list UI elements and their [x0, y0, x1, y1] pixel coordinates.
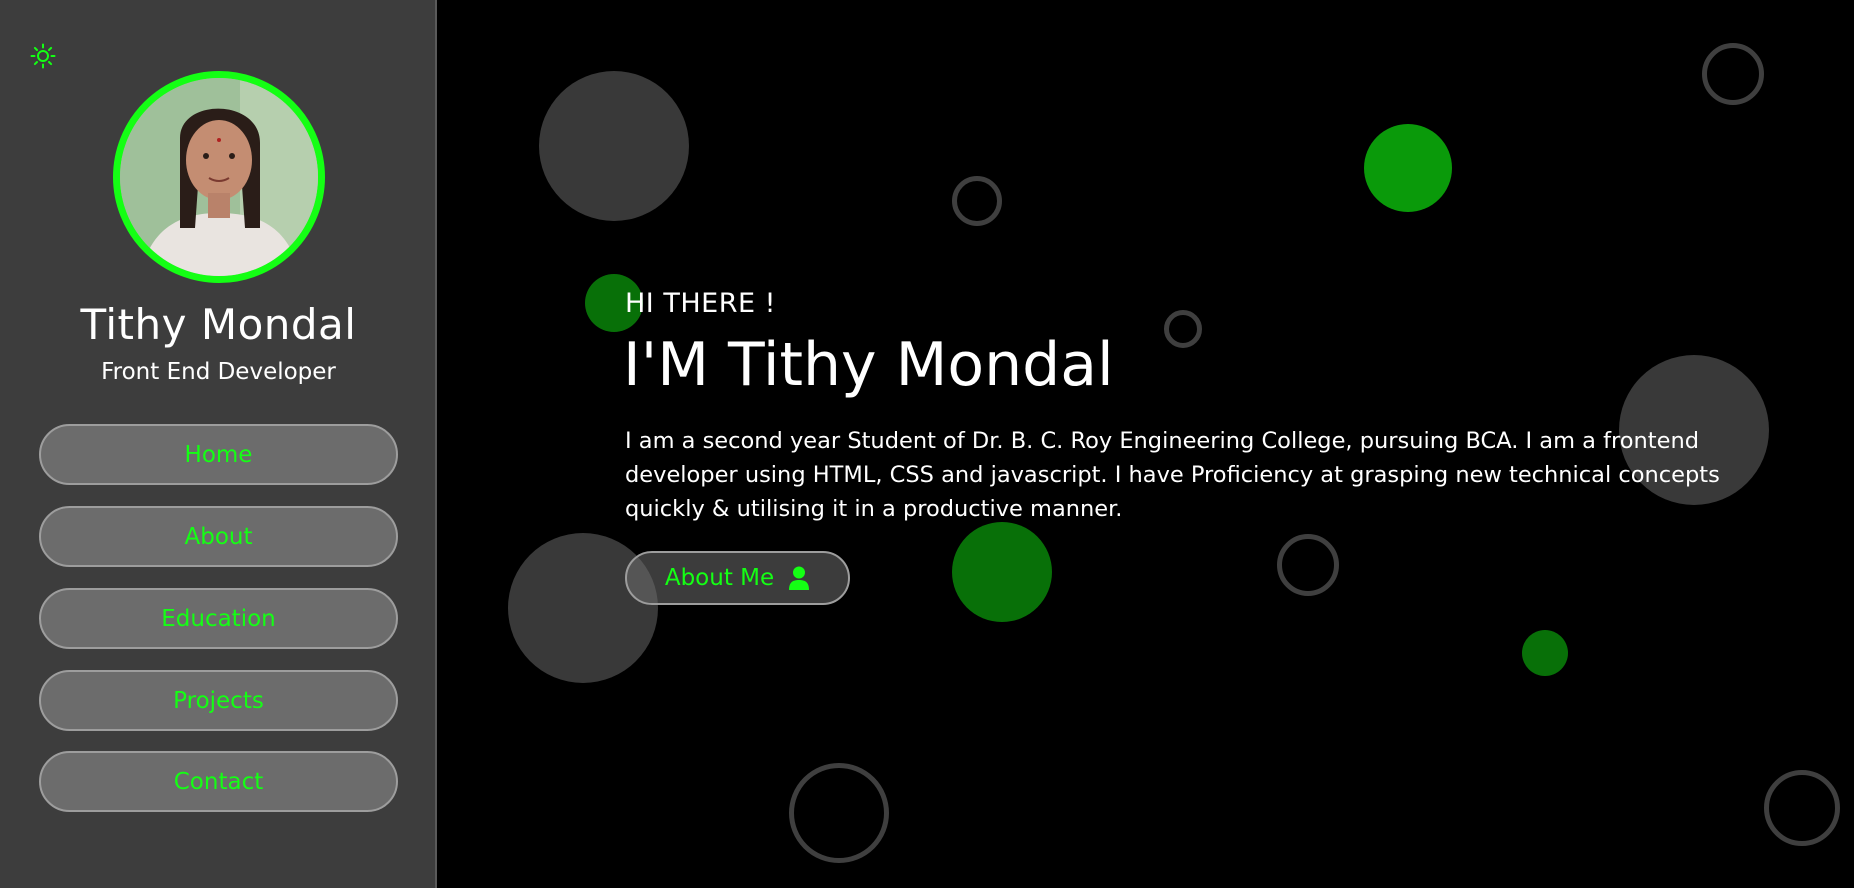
- greeting-text: HI THERE !: [625, 288, 776, 319]
- nav-home-button[interactable]: Home: [39, 424, 398, 485]
- about-me-label: About Me: [664, 565, 775, 591]
- nav-contact-button[interactable]: Contact: [39, 751, 398, 812]
- decorative-ring: [1164, 310, 1202, 348]
- profile-photo: [120, 78, 318, 276]
- avatar: [113, 71, 325, 283]
- user-icon: [789, 566, 810, 590]
- decorative-ring: [1764, 770, 1840, 846]
- decorative-bubble: [952, 522, 1052, 622]
- about-me-button[interactable]: About Me: [625, 551, 850, 605]
- decorative-bubble: [1522, 630, 1568, 676]
- nav-education-button[interactable]: Education: [39, 588, 398, 649]
- portfolio-page: Tithy Mondal Front End Developer Home Ab…: [0, 0, 1854, 888]
- hero-headline: I'M Tithy Mondal: [623, 330, 1114, 400]
- sun-icon[interactable]: [30, 43, 56, 69]
- nav-projects-button[interactable]: Projects: [39, 670, 398, 731]
- decorative-ring: [789, 763, 889, 863]
- hero-bio: I am a second year Student of Dr. B. C. …: [625, 428, 1720, 522]
- decorative-bubble: [539, 71, 689, 221]
- decorative-bubble: [1364, 124, 1452, 212]
- decorative-ring: [1702, 43, 1764, 105]
- profile-name: Tithy Mondal: [80, 300, 357, 349]
- sidebar: Tithy Mondal Front End Developer Home Ab…: [0, 0, 437, 888]
- nav-about-button[interactable]: About: [39, 506, 398, 567]
- decorative-ring: [1277, 534, 1339, 596]
- profile-role: Front End Developer: [101, 359, 336, 385]
- decorative-ring: [952, 176, 1002, 226]
- hero-section: HI THERE ! I'M Tithy Mondal I am a secon…: [437, 0, 1854, 888]
